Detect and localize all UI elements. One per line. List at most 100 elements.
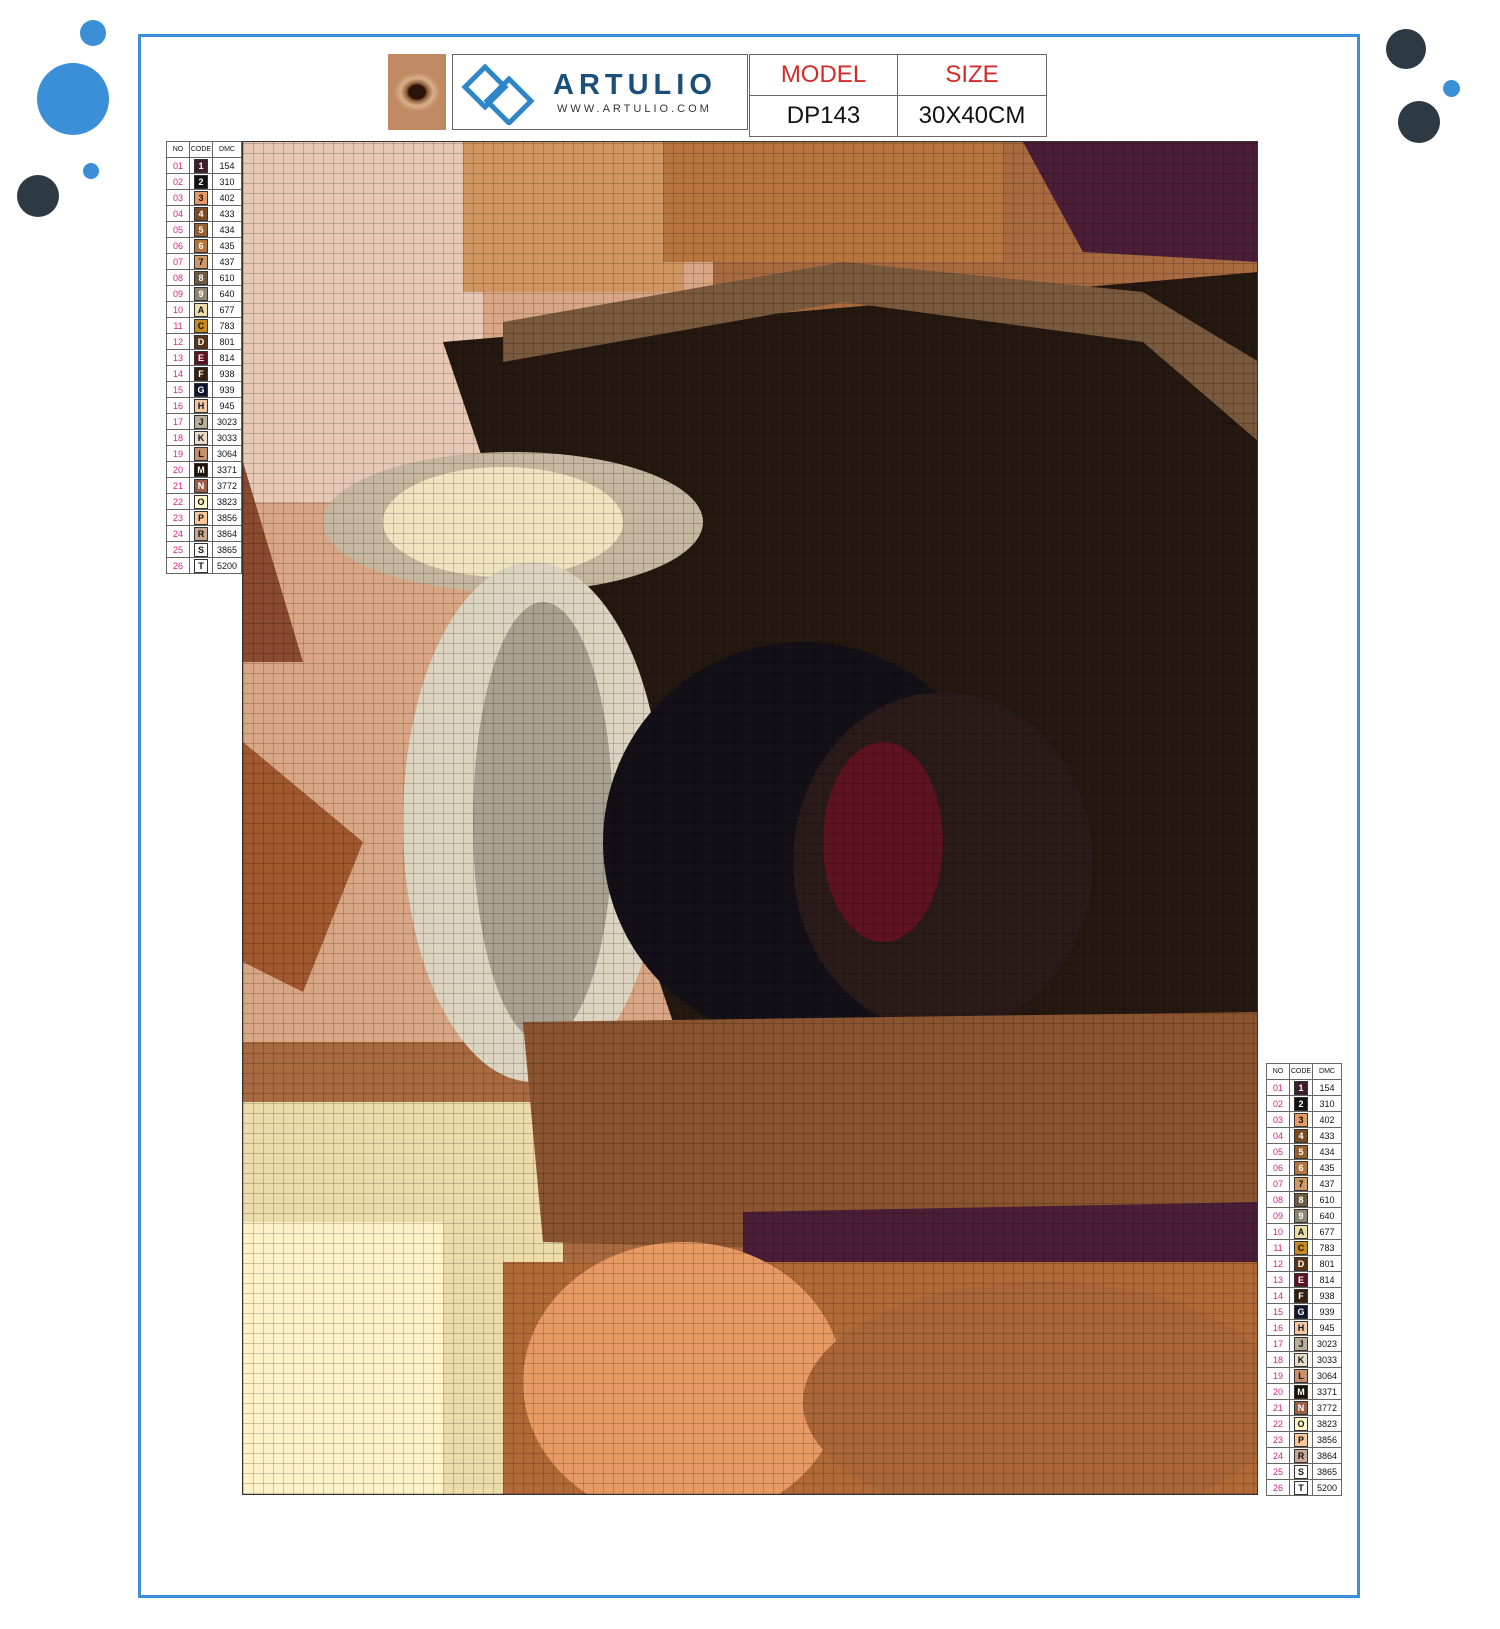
legend-code-cell: G xyxy=(189,381,213,398)
legend-dmc: 945 xyxy=(1312,1319,1342,1336)
color-swatch: G xyxy=(194,382,208,397)
color-swatch: J xyxy=(194,414,208,429)
legend-number: 02 xyxy=(166,173,190,190)
color-swatch: H xyxy=(1294,1320,1308,1335)
legend-code-cell: 8 xyxy=(1289,1191,1313,1208)
color-swatch: C xyxy=(1294,1240,1308,1255)
legend-row: 19 L 3064 xyxy=(166,445,242,462)
legend-row: 06 6 435 xyxy=(1266,1159,1342,1176)
legend-dmc: 3856 xyxy=(1312,1431,1342,1448)
legend-dmc: 945 xyxy=(212,397,242,414)
legend-number: 14 xyxy=(1266,1287,1290,1304)
legend-number: 12 xyxy=(166,333,190,350)
pattern-canvas xyxy=(242,141,1258,1495)
legend-code-cell: 7 xyxy=(1289,1175,1313,1192)
legend-row: 09 9 640 xyxy=(1266,1207,1342,1224)
size-value: 30X40CM xyxy=(896,95,1048,137)
legend-row: 02 2 310 xyxy=(166,173,242,190)
decorative-dot-blue-tiny xyxy=(1443,80,1460,97)
legend-code-cell: T xyxy=(1289,1479,1313,1496)
legend-dmc: 3023 xyxy=(1312,1335,1342,1352)
color-swatch: E xyxy=(194,350,208,365)
color-swatch: S xyxy=(1294,1464,1308,1479)
color-swatch: 2 xyxy=(1294,1096,1308,1111)
legend-code-cell: H xyxy=(1289,1319,1313,1336)
color-swatch: M xyxy=(194,462,208,477)
legend-code-cell: F xyxy=(189,365,213,382)
legend-row: 23 P 3856 xyxy=(1266,1431,1342,1448)
legend-number: 04 xyxy=(1266,1127,1290,1144)
legend-dmc: 939 xyxy=(1312,1303,1342,1320)
legend-code-cell: 8 xyxy=(189,269,213,286)
legend-row: 07 7 437 xyxy=(1266,1175,1342,1192)
legend-dmc: 3371 xyxy=(1312,1383,1342,1400)
legend-dmc: 433 xyxy=(1312,1127,1342,1144)
legend-row: 01 1 154 xyxy=(166,157,242,174)
decorative-dot-blue-small xyxy=(80,20,106,46)
legend-code-cell: H xyxy=(189,397,213,414)
legend-number: 11 xyxy=(166,317,190,334)
legend-row: 08 8 610 xyxy=(1266,1191,1342,1208)
legend-row: 03 3 402 xyxy=(1266,1111,1342,1128)
legend-code-cell: F xyxy=(1289,1287,1313,1304)
legend-code-cell: 4 xyxy=(189,205,213,222)
legend-row: 24 R 3864 xyxy=(1266,1447,1342,1464)
legend-code-cell: 2 xyxy=(189,173,213,190)
legend-dmc: 3865 xyxy=(1312,1463,1342,1480)
legend-code-cell: O xyxy=(189,493,213,510)
legend-dmc: 801 xyxy=(212,333,242,350)
legend-number: 22 xyxy=(1266,1415,1290,1432)
legend-code-cell: 2 xyxy=(1289,1095,1313,1112)
legend-row: 09 9 640 xyxy=(166,285,242,302)
legend-code-cell: S xyxy=(189,541,213,558)
legend-dmc: 814 xyxy=(212,349,242,366)
color-swatch: K xyxy=(1294,1352,1308,1367)
legend-number: 19 xyxy=(1266,1367,1290,1384)
color-swatch: N xyxy=(1294,1400,1308,1415)
legend-dmc: 402 xyxy=(212,189,242,206)
color-legend-right: NO CODE DMC 01 1 154 02 2 310 03 3 402 04 4 433 05 5 4… xyxy=(1266,1063,1342,1496)
legend-code-cell: J xyxy=(1289,1335,1313,1352)
color-swatch: T xyxy=(194,558,208,573)
color-swatch: 5 xyxy=(1294,1144,1308,1159)
legend-row: 20 M 3371 xyxy=(166,461,242,478)
legend-code-cell: S xyxy=(1289,1463,1313,1480)
legend-code-cell: 9 xyxy=(1289,1207,1313,1224)
legend-dmc: 402 xyxy=(1312,1111,1342,1128)
legend-number: 24 xyxy=(1266,1447,1290,1464)
legend-dmc: 3023 xyxy=(212,413,242,430)
legend-code-cell: 6 xyxy=(1289,1159,1313,1176)
legend-dmc: 3064 xyxy=(1312,1367,1342,1384)
legend-code-cell: E xyxy=(189,349,213,366)
legend-code-cell: K xyxy=(189,429,213,446)
color-swatch: N xyxy=(194,478,208,493)
legend-code-cell: 1 xyxy=(189,157,213,174)
color-swatch: 4 xyxy=(1294,1128,1308,1143)
color-swatch: F xyxy=(194,366,208,381)
legend-row: 22 O 3823 xyxy=(1266,1415,1342,1432)
legend-dmc: 939 xyxy=(212,381,242,398)
color-swatch: P xyxy=(194,510,208,525)
decorative-dot-dark xyxy=(17,175,59,217)
legend-dmc: 640 xyxy=(1312,1207,1342,1224)
legend-code-cell: R xyxy=(1289,1447,1313,1464)
legend-row: 11 C 783 xyxy=(166,317,242,334)
color-swatch: F xyxy=(1294,1288,1308,1303)
color-swatch: M xyxy=(1294,1384,1308,1399)
legend-number: 12 xyxy=(1266,1255,1290,1272)
legend-code-cell: A xyxy=(1289,1223,1313,1240)
legend-code-cell: C xyxy=(189,317,213,334)
legend-row: 15 G 939 xyxy=(166,381,242,398)
legend-code-cell: 5 xyxy=(189,221,213,238)
legend-row: 03 3 402 xyxy=(166,189,242,206)
color-swatch: S xyxy=(194,542,208,557)
color-swatch: E xyxy=(1294,1272,1308,1287)
legend-number: 21 xyxy=(166,477,190,494)
legend-dmc: 677 xyxy=(212,301,242,318)
legend-row: 01 1 154 xyxy=(1266,1079,1342,1096)
decorative-dot-blue-large xyxy=(37,63,109,135)
brand-website: WWW.ARTULIO.COM xyxy=(557,103,712,115)
legend-number: 03 xyxy=(1266,1111,1290,1128)
legend-dmc: 938 xyxy=(1312,1287,1342,1304)
color-swatch: 8 xyxy=(194,270,208,285)
